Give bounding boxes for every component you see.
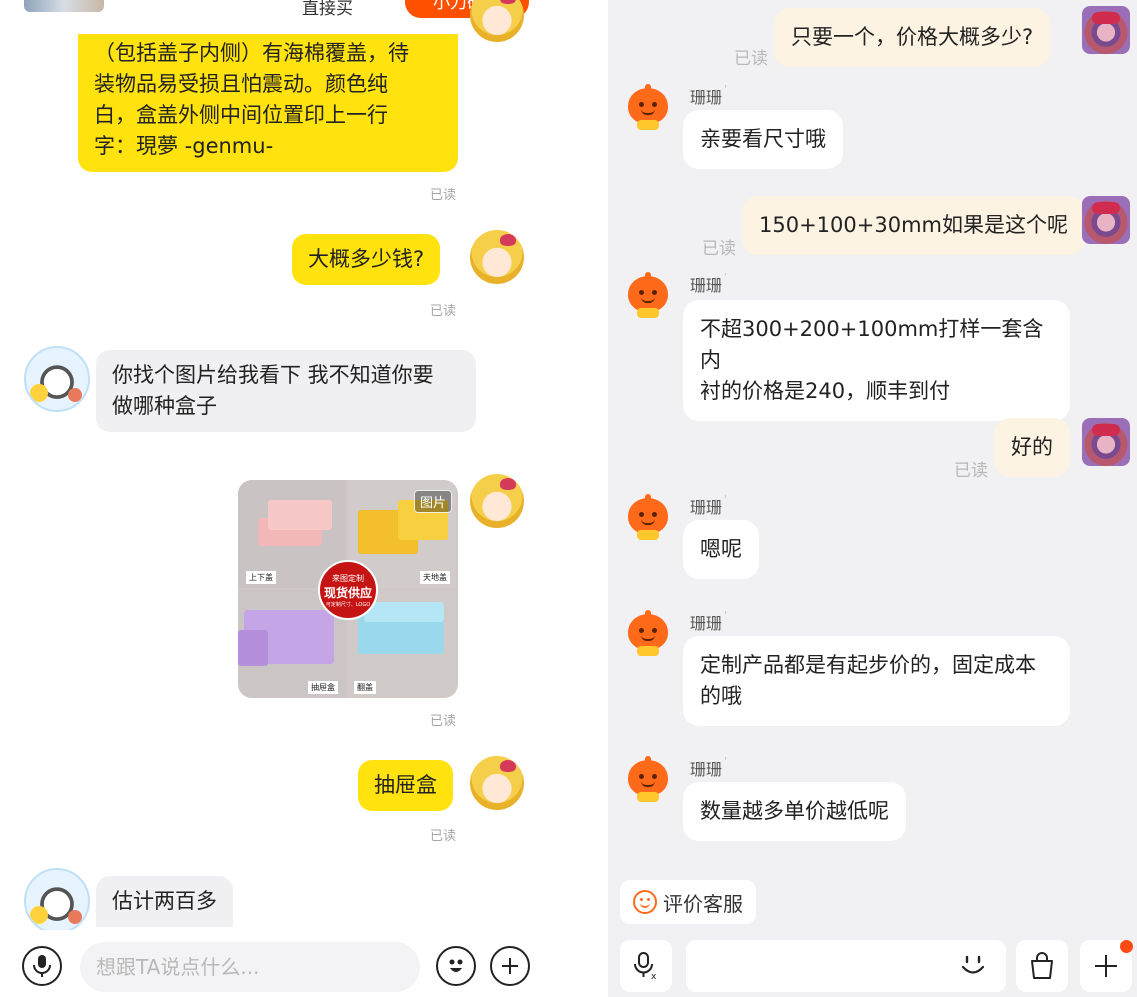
message-line: 白，盒盖外侧中间位置印上一行 [94,103,388,127]
message-line: 字：現夢 -genmu- [94,134,274,158]
agent-avatar[interactable] [628,756,668,802]
agent-avatar[interactable] [628,84,668,130]
image-badge: 图片 [413,490,452,513]
microphone-icon[interactable] [22,946,62,986]
seal-line-3: 可定制尺寸、LOGO [325,601,371,608]
message-bubble-other[interactable]: 估计两百多 [96,876,233,927]
read-status: 已读 [954,461,988,481]
agent-name: 珊珊 [690,494,727,518]
agent-name: 珊珊 [690,610,727,634]
message-line: 定制产品都是有起步价的，固定成本 [700,653,1036,677]
notification-dot [1120,940,1133,953]
agent-name: 珊珊 [690,84,727,108]
message-bubble-agent[interactable]: 定制产品都是有起步价的，固定成本 的哦 [683,636,1070,726]
shopping-bag-icon[interactable] [1016,940,1068,992]
product-thumbnail[interactable] [24,0,104,12]
image-tag: 翻盖 [354,681,376,694]
user-avatar[interactable] [470,230,524,284]
smile-icon [633,890,657,914]
read-status: 已读 [734,49,768,69]
message-line: 你找个图片给我看下 我不知道你要 [112,363,434,387]
image-tag: 天地盖 [420,571,450,584]
agent-name: 珊珊 [690,272,727,296]
agent-name: 珊珊 [690,756,727,780]
user-avatar[interactable] [1082,196,1130,244]
read-status: 已读 [430,304,457,319]
direct-buy-link[interactable]: 直接买 [302,0,353,19]
message-bubble-other[interactable]: 你找个图片给我看下 我不知道你要 做哪种盒子 [96,350,476,432]
message-bubble-self[interactable]: 150+100+30mm如果是这个呢 [742,196,1085,255]
message-input[interactable] [80,942,420,992]
voice-translate-icon[interactable]: x [620,940,672,992]
seller-avatar[interactable] [24,868,90,934]
svg-text:x: x [651,972,657,981]
message-bubble-self[interactable]: （包括盖子内侧）有海棉覆盖，待 装物品易受损且怕震动。颜色纯 白，盒盖外侧中间位… [78,34,458,172]
user-avatar[interactable] [470,474,524,528]
user-avatar[interactable] [470,756,524,810]
agent-avatar[interactable] [628,610,668,656]
seal-line-1: 来图定制 [332,573,364,583]
message-bubble-self[interactable]: 抽屉盒 [358,760,453,811]
image-tag: 上下盖 [246,571,276,584]
product-top-bar: 直接买 小刀砍买 [0,0,548,28]
read-status: 已读 [430,188,457,203]
user-avatar[interactable] [470,0,524,42]
message-line: 衬的价格是240，顺丰到付 [700,379,951,403]
agent-avatar[interactable] [628,272,668,318]
message-line: （包括盖子内侧）有海棉覆盖，待 [94,41,409,65]
message-bubble-agent[interactable]: 亲要看尺寸哦 [683,110,843,169]
message-bubble-agent[interactable]: 不超300+200+100mm打样一套含内 衬的价格是240，顺丰到付 [683,300,1070,421]
smile-icon[interactable] [958,950,988,980]
emoji-icon[interactable] [436,946,476,986]
message-bubble-self[interactable]: 好的 [994,418,1070,477]
left-chat-panel: 直接买 小刀砍买 （包括盖子内侧）有海棉覆盖，待 装物品易受损且怕震动。颜色纯 … [0,0,548,997]
seal-line-2: 现货供应 [323,585,372,600]
user-avatar[interactable] [1082,418,1130,466]
read-status: 已读 [702,239,736,259]
user-avatar[interactable] [1082,6,1130,54]
message-bubble-agent[interactable]: 数量越多单价越低呢 [683,782,906,841]
seller-avatar[interactable] [24,346,90,412]
message-line: 不超300+200+100mm打样一套含内 [700,317,1044,372]
message-bubble-self[interactable]: 只要一个，价格大概多少? [774,8,1051,67]
read-status: 已读 [430,714,457,729]
rate-service-button[interactable]: 评价客服 [620,880,756,924]
message-line: 的哦 [700,684,742,708]
read-status: 已读 [430,829,457,844]
message-line: 做哪种盒子 [112,394,217,418]
right-chat-panel: 已读 只要一个，价格大概多少? 珊珊 亲要看尺寸哦 已读 150+100+30m… [608,0,1137,997]
message-bubble-self[interactable]: 大概多少钱? [292,234,441,285]
agent-avatar[interactable] [628,494,668,540]
rate-service-label: 评价客服 [663,891,743,916]
image-tag: 抽屉盒 [308,681,338,694]
plus-circle-icon[interactable] [490,946,530,986]
message-line: 装物品易受损且怕震动。颜色纯 [94,72,388,96]
message-bubble-agent[interactable]: 嗯呢 [683,520,759,579]
image-message[interactable]: 上下盖 天地盖 抽屉盒 翻盖 图片 来图定制 现货供应 可定制尺寸、LOGO [238,480,458,698]
promo-seal: 来图定制 现货供应 可定制尺寸、LOGO [318,560,378,620]
